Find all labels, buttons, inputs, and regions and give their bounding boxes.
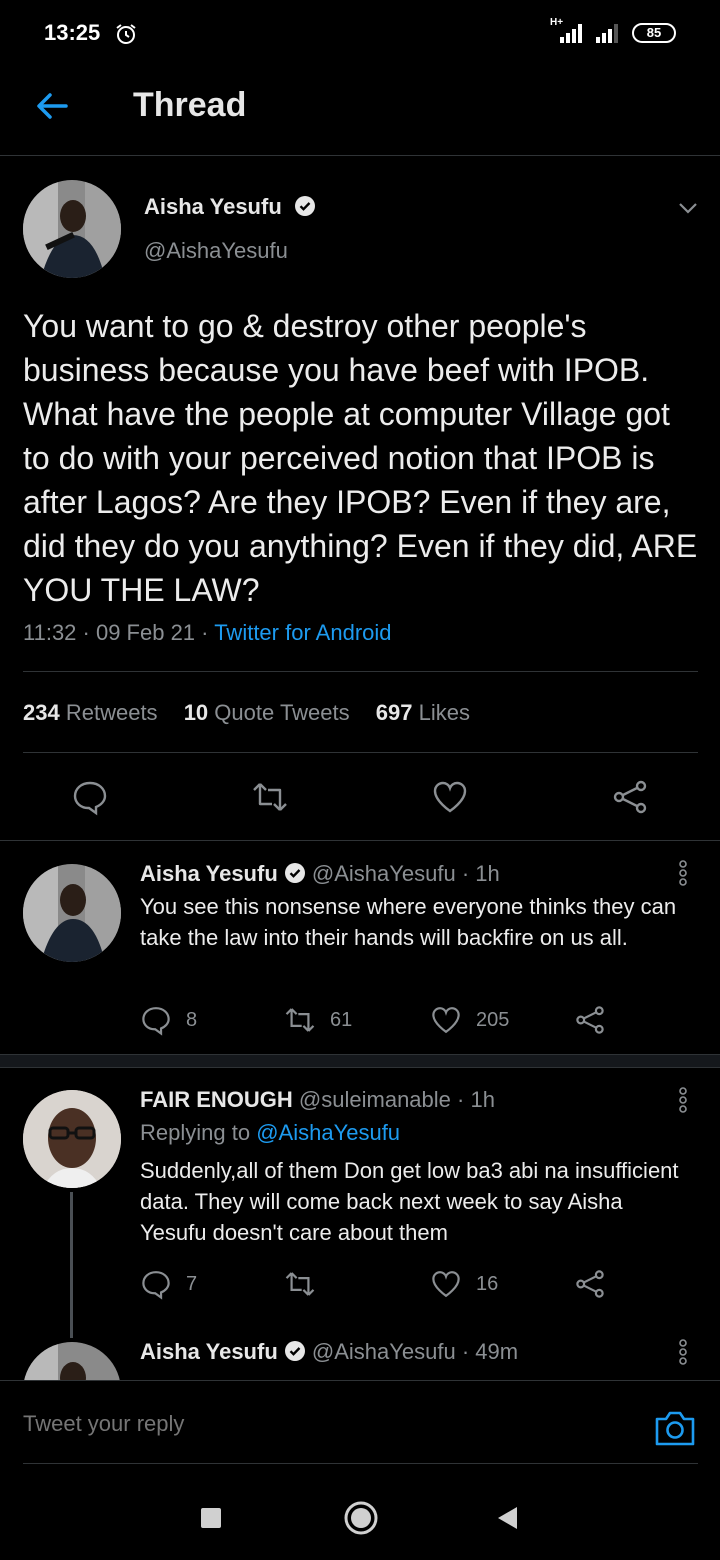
tweet-source-link[interactable]: Twitter for Android: [214, 620, 391, 645]
thread-header: Thread: [0, 66, 720, 156]
like-heart-icon[interactable]: [431, 778, 469, 816]
share-button[interactable]: [574, 1268, 620, 1300]
reply-icon: [142, 1271, 170, 1300]
retweet-icon: [285, 1272, 315, 1296]
avatar-image: [23, 180, 121, 278]
reply-icon: [142, 1007, 170, 1036]
share-icon[interactable]: [611, 778, 649, 816]
reply-composer: [0, 1380, 720, 1480]
retweet-button[interactable]: 61: [284, 1004, 352, 1036]
more-options-icon[interactable]: [676, 859, 690, 887]
tweet-meta: 11:32 · 09 Feb 21 · Twitter for Android: [23, 620, 392, 646]
reply-author-name[interactable]: FAIR ENOUGH: [140, 1087, 293, 1112]
author-handle[interactable]: @AishaYesufu: [144, 238, 288, 264]
replying-to: Replying to @AishaYesufu: [140, 1120, 400, 1146]
alarm-clock-icon: [116, 24, 136, 44]
reply-author-handle[interactable]: @suleimanable: [299, 1087, 451, 1112]
author-name[interactable]: Aisha Yesufu: [144, 194, 282, 219]
reply-text: You see this nonsense where everyone thi…: [140, 894, 677, 950]
reply-input[interactable]: [23, 1411, 623, 1437]
tweet-action-bar: [0, 778, 720, 818]
status-time: 13:25: [44, 20, 101, 45]
reply-author-handle[interactable]: @AishaYesufu: [312, 861, 456, 886]
page-title: Thread: [133, 86, 247, 124]
quote-tweets-label: Quote Tweets: [214, 700, 350, 725]
retweet-icon[interactable]: [251, 778, 289, 816]
retweets-count: 234: [23, 700, 60, 725]
quote-tweets-count: 10: [183, 700, 209, 725]
like-heart-icon: [432, 1271, 460, 1298]
retweets-stat[interactable]: 234 Retweets: [23, 700, 158, 725]
recent-apps-button-icon[interactable]: [199, 1506, 223, 1530]
signal-strength-2-icon: [596, 24, 618, 43]
share-icon: [576, 1270, 604, 1298]
author-avatar[interactable]: [23, 180, 121, 278]
system-navigation-bar: [0, 1480, 720, 1560]
chevron-down-icon[interactable]: [676, 196, 700, 220]
quote-tweets-stat[interactable]: 10 Quote Tweets: [184, 700, 350, 725]
replying-to-handle[interactable]: @AishaYesufu: [256, 1120, 400, 1145]
camera-icon[interactable]: [654, 1409, 696, 1447]
more-options-icon[interactable]: [676, 1086, 690, 1114]
share-icon: [576, 1006, 604, 1034]
reply-time: · 1h: [461, 861, 500, 886]
replying-to-label: Replying to: [140, 1120, 251, 1145]
reply-button[interactable]: 7: [140, 1268, 197, 1300]
reply-count: 8: [186, 1008, 198, 1031]
back-button-icon[interactable]: [495, 1505, 519, 1531]
reply-action-bar: 8 61 205: [140, 1004, 620, 1036]
reply-time: · 1h: [457, 1087, 495, 1112]
reply-time: · 49m: [461, 1339, 519, 1364]
divider: [0, 840, 720, 841]
verified-badge-icon: [284, 863, 305, 883]
reply-button[interactable]: 8: [140, 1004, 197, 1036]
like-count: 205: [476, 1008, 510, 1031]
avatar-image: [23, 864, 121, 962]
author-name-row[interactable]: Aisha Yesufu: [144, 194, 316, 220]
reply-text: Suddenly,all of them Don get low ba3 abi…: [140, 1158, 679, 1245]
like-button[interactable]: 16: [430, 1268, 498, 1300]
tweet-timestamp: 11:32 · 09 Feb 21 ·: [23, 620, 215, 645]
battery-indicator: 85: [632, 23, 676, 43]
signal-strength-icon: [560, 24, 582, 43]
likes-stat[interactable]: 697 Likes: [376, 700, 470, 725]
reply-count: 7: [186, 1272, 198, 1295]
likes-label: Likes: [418, 700, 470, 725]
retweets-label: Retweets: [65, 700, 158, 725]
reply-header: FAIR ENOUGH @suleimanable · 1h: [140, 1087, 495, 1113]
like-count: 16: [476, 1272, 499, 1295]
retweet-button[interactable]: [284, 1268, 330, 1300]
back-arrow-icon[interactable]: [32, 86, 72, 126]
reply-author-name[interactable]: Aisha Yesufu: [140, 861, 278, 886]
status-bar: 13:25 H+ 85: [0, 0, 720, 66]
more-options-icon[interactable]: [676, 1338, 690, 1366]
section-separator: [0, 1054, 720, 1068]
like-button[interactable]: 205: [430, 1004, 509, 1036]
reply-action-bar: 7 16: [140, 1268, 620, 1300]
verified-badge-icon: [294, 196, 315, 216]
reply-avatar[interactable]: [23, 1090, 121, 1188]
tweet-text: You want to go & destroy other people's …: [23, 308, 698, 608]
avatar-image: [23, 1090, 121, 1188]
retweet-icon: [285, 1008, 315, 1032]
composer-underline: [23, 1463, 698, 1464]
share-button[interactable]: [574, 1004, 620, 1036]
reply-author-handle[interactable]: @AishaYesufu: [312, 1339, 456, 1364]
reply-avatar[interactable]: [23, 864, 121, 962]
divider: [23, 752, 698, 753]
reply-icon[interactable]: [71, 778, 109, 816]
reply-header: Aisha Yesufu @AishaYesufu · 1h: [140, 861, 500, 887]
reply-header: Aisha Yesufu @AishaYesufu · 49m: [140, 1339, 518, 1365]
verified-badge-icon: [284, 1341, 305, 1361]
engagement-stats: 234 Retweets 10 Quote Tweets 697 Likes: [23, 700, 490, 726]
reply-author-name[interactable]: Aisha Yesufu: [140, 1339, 278, 1364]
likes-count: 697: [375, 700, 413, 725]
home-button-icon[interactable]: [343, 1500, 379, 1536]
retweet-count: 61: [330, 1008, 353, 1031]
divider: [23, 671, 698, 672]
thread-connector-line: [70, 1192, 73, 1338]
like-heart-icon: [432, 1007, 460, 1034]
